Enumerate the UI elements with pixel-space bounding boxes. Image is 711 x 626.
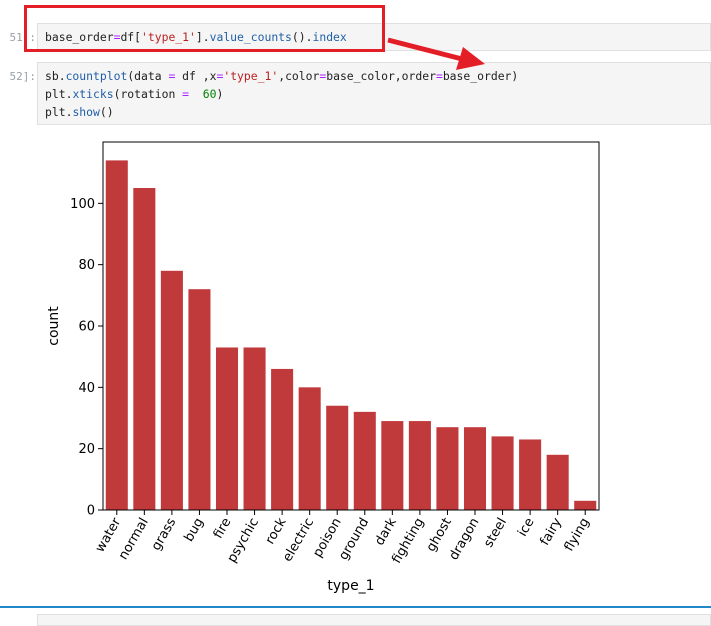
- y-tick-label: 60: [78, 320, 95, 335]
- bar-normal: [133, 188, 156, 510]
- bar-flying: [574, 500, 597, 510]
- bar-grass: [160, 270, 183, 510]
- y-tick-label: 40: [78, 381, 95, 396]
- bar-poison: [326, 405, 349, 510]
- bar-bug: [188, 289, 211, 510]
- bar-fairy: [546, 454, 569, 510]
- bar-chart: 020406080100waternormalgrass bug firepsych…: [46, 141, 600, 594]
- bar-electric: [298, 387, 321, 510]
- bar-dragon: [463, 427, 487, 510]
- bar-rock: [271, 368, 294, 510]
- bar-fire: [215, 347, 239, 510]
- next-code-cell[interactable]: [37, 614, 711, 626]
- x-tick-label: flying: [562, 516, 593, 555]
- bar-ground: [353, 411, 376, 510]
- bar-psychic: [243, 347, 266, 510]
- bar-dark: [381, 421, 404, 510]
- x-tick-label: fairy: [538, 515, 566, 548]
- bar-fighting: [408, 421, 431, 510]
- y-tick-label: 100: [70, 197, 95, 212]
- bar-water: [105, 160, 128, 510]
- bar-ghost: [436, 427, 459, 510]
- x-tick-label: steel: [481, 516, 510, 551]
- y-tick-label: 20: [78, 442, 95, 457]
- y-tick-label: 80: [78, 258, 95, 273]
- bar-ice: [519, 439, 542, 510]
- x-tick-label: grass: [149, 515, 180, 553]
- cell-selection-line: [0, 606, 711, 608]
- y-axis-label: count: [46, 306, 62, 346]
- y-tick-label: 0: [87, 504, 95, 519]
- x-tick-label: dark: [372, 515, 400, 548]
- x-tick-label: ice: [515, 516, 537, 540]
- x-tick-label: rock: [263, 515, 290, 547]
- countplot-output: 0 20 40 60 80 100 water normal grass bug fire psych…: [40, 136, 640, 600]
- arrow-annotation: [387, 37, 485, 70]
- bar-steel: [491, 436, 514, 510]
- x-tick-label: bug: [182, 516, 207, 545]
- x-tick-label: fire: [211, 516, 235, 542]
- x-axis-label: type_1: [327, 578, 374, 594]
